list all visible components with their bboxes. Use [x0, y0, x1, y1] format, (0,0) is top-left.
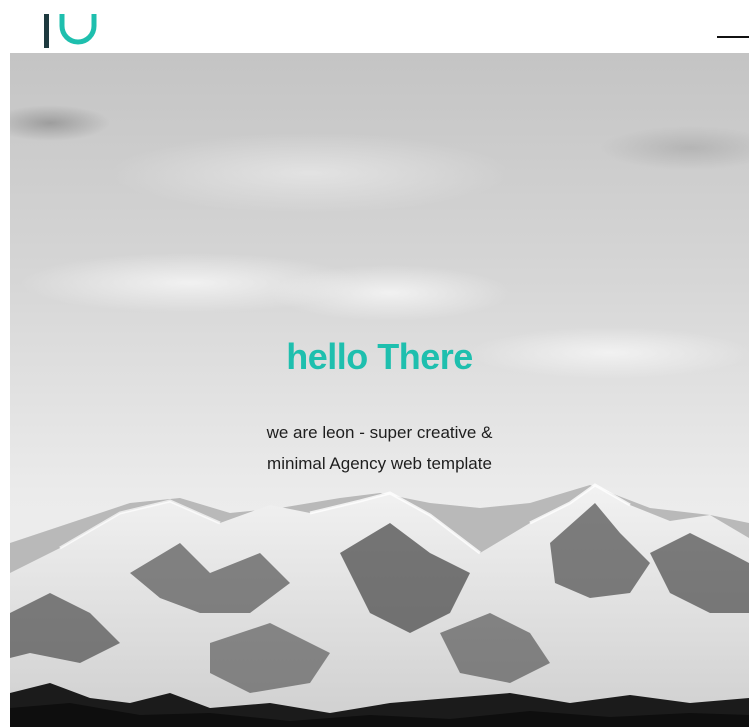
- hero-subtitle-line-1: we are leon - super creative &: [266, 423, 493, 442]
- hero-subtitle: we are leon - super creative & minimal A…: [10, 417, 749, 479]
- hero-subtitle-line-2: minimal Agency web template: [267, 454, 492, 473]
- leon-logo-icon: [44, 14, 97, 48]
- hamburger-menu-button[interactable]: [717, 32, 749, 44]
- snowy-mountains-photo: [10, 53, 749, 727]
- hero-section: hello There we are leon - super creative…: [10, 53, 749, 727]
- hero-title: hello There: [286, 336, 473, 377]
- page: hello There we are leon - super creative…: [0, 0, 749, 727]
- hamburger-menu-icon: [717, 36, 749, 38]
- brand-logo[interactable]: [42, 0, 102, 52]
